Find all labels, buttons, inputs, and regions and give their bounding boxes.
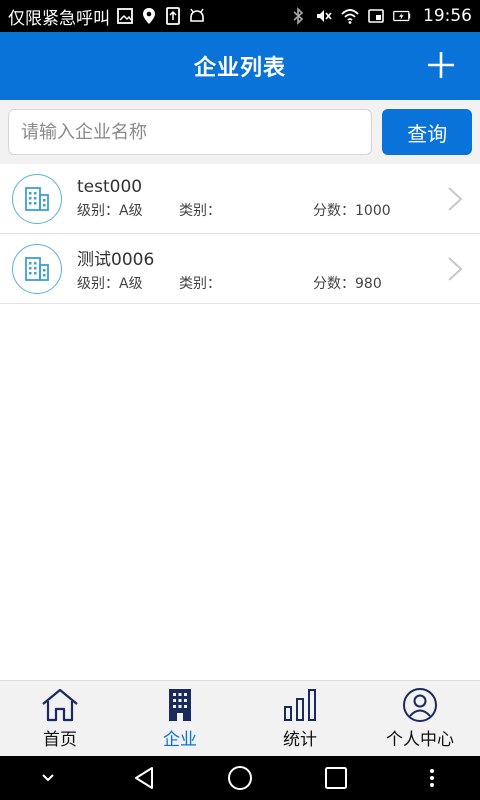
company-name: test000 — [77, 177, 143, 197]
home-icon — [40, 687, 80, 723]
mute-icon — [315, 7, 333, 25]
chevron-right-icon — [446, 256, 464, 282]
back-triangle-icon — [135, 767, 153, 789]
screen-icon — [367, 7, 385, 25]
company-category: 类别： — [179, 275, 221, 292]
company-search-input[interactable] — [8, 109, 373, 155]
home-button[interactable] — [220, 758, 260, 798]
query-button[interactable]: 查询 — [382, 109, 472, 155]
plus-icon — [428, 52, 454, 78]
company-list: test000 级别：A级 类别： 分数：1000 测试0006 级别：A级 类… — [0, 164, 480, 304]
nav-item-home[interactable]: 首页 — [0, 681, 120, 756]
sim-icon — [164, 7, 182, 25]
company-avatar — [12, 173, 62, 224]
company-category: 类别： — [179, 203, 221, 219]
company-level: 级别：A级 — [77, 275, 143, 292]
company-info: test000 级别：A级 类别： 分数：1000 — [77, 177, 480, 220]
company-meta: 级别：A级 类别： 分数：980 — [77, 273, 480, 293]
nav-label-profile: 个人中心 — [386, 730, 454, 750]
hide-keyboard-button[interactable] — [28, 758, 68, 798]
carrier-text: 仅限紧急呼叫 — [8, 8, 110, 29]
more-vertical-icon — [430, 769, 434, 787]
app-header: 企业列表 — [0, 32, 480, 100]
company-score: 分数：980 — [313, 275, 382, 292]
list-item[interactable]: 测试0006 级别：A级 类别： 分数：980 — [0, 234, 480, 304]
back-button[interactable] — [124, 758, 164, 798]
nav-item-profile[interactable]: 个人中心 — [360, 681, 480, 756]
bar-chart-icon — [280, 687, 320, 723]
user-icon — [400, 687, 440, 723]
chevron-down-icon — [42, 774, 54, 782]
nav-item-statistics[interactable]: 统计 — [240, 681, 360, 756]
search-bar: 查询 — [0, 100, 480, 164]
building-icon — [25, 186, 49, 211]
image-icon — [116, 7, 134, 25]
recents-square-icon — [325, 767, 347, 789]
list-item[interactable]: test000 级别：A级 类别： 分数：1000 — [0, 164, 480, 234]
status-right: 19:56 — [289, 6, 472, 26]
company-info: 测试0006 级别：A级 类别： 分数：980 — [77, 245, 480, 293]
home-circle-icon — [228, 766, 252, 790]
nav-item-company[interactable]: 企业 — [120, 681, 240, 756]
building-icon — [25, 256, 49, 281]
bottom-nav: 首页 企业 统计 个人中心 — [0, 680, 480, 756]
page-title: 企业列表 — [193, 56, 286, 81]
location-icon — [140, 7, 158, 25]
company-score: 分数：1000 — [313, 203, 391, 219]
system-nav — [0, 756, 480, 800]
status-left: 仅限紧急呼叫 — [8, 4, 289, 29]
company-level: 级别：A级 — [77, 203, 143, 219]
android-icon — [188, 7, 206, 25]
chevron-right-icon — [446, 186, 464, 212]
wifi-icon — [341, 7, 359, 25]
recents-button[interactable] — [316, 758, 356, 798]
company-name: 测试0006 — [77, 249, 155, 270]
building-icon — [160, 687, 200, 723]
company-meta: 级别：A级 类别： 分数：1000 — [77, 200, 480, 220]
bluetooth-icon — [289, 7, 307, 25]
nav-label-home: 首页 — [43, 730, 77, 750]
company-avatar — [12, 243, 62, 294]
nav-label-company: 企业 — [163, 730, 197, 750]
battery-icon — [393, 7, 411, 25]
add-button[interactable] — [424, 48, 458, 82]
status-bar: 仅限紧急呼叫 19:56 — [0, 0, 480, 32]
clock: 19:56 — [423, 6, 472, 26]
menu-button[interactable] — [412, 758, 452, 798]
nav-label-statistics: 统计 — [283, 730, 317, 750]
